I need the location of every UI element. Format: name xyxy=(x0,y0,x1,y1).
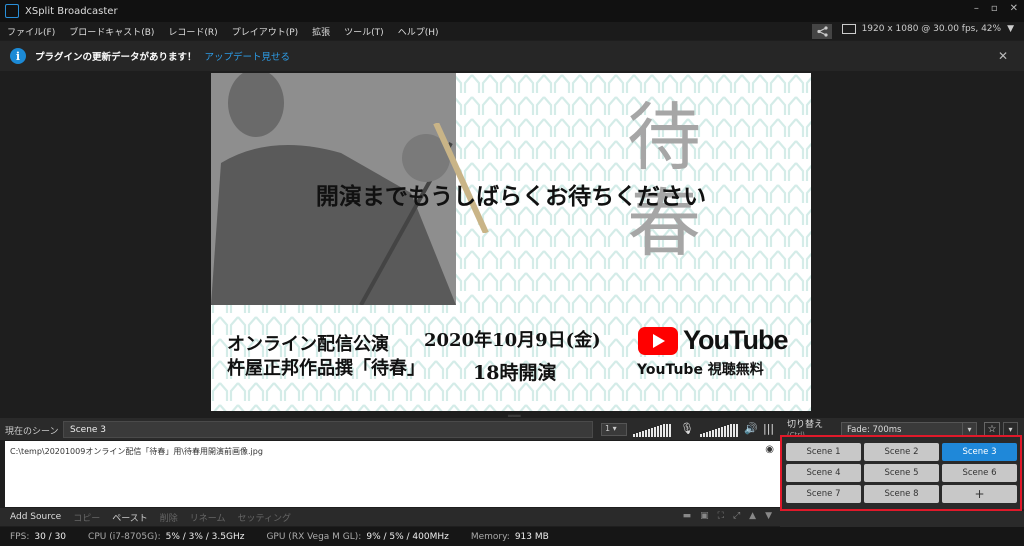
youtube-caption: YouTube 視聴無料 xyxy=(637,362,764,378)
menu-help[interactable]: ヘルプ(H) xyxy=(391,25,446,38)
move-down-icon[interactable]: ▼ xyxy=(765,511,772,521)
fps-label: FPS: xyxy=(10,531,30,542)
paste-button[interactable]: ペースト xyxy=(106,511,154,524)
minimize-button[interactable]: – xyxy=(974,3,979,14)
lock-icon[interactable]: ▣ xyxy=(700,511,709,521)
audio-meter-speaker xyxy=(700,424,738,437)
copy-button[interactable]: コピー xyxy=(67,511,106,524)
event-title-line2: 杵屋正邦作品撰「待春」 xyxy=(227,358,425,379)
menu-extensions[interactable]: 拡張 xyxy=(305,25,337,38)
current-scene-name-field[interactable]: Scene 3 xyxy=(63,421,593,438)
status-bar: FPS: 30 / 30 CPU (i7-8705G): 5% / 3% / 3… xyxy=(0,527,1024,546)
move-up-icon[interactable]: ▲ xyxy=(749,511,756,521)
close-icon[interactable]: ✕ xyxy=(998,49,1008,63)
memory-value: 913 MB xyxy=(514,531,549,542)
chevron-down-icon: ▼ xyxy=(1007,24,1014,34)
cpu-label: CPU (i7-8705G): xyxy=(88,531,161,542)
scene-6-button[interactable]: Scene 6 xyxy=(942,464,1017,482)
menu-record[interactable]: レコード(R) xyxy=(161,25,224,38)
update-notification: i プラグインの更新データがあります！ アップデート見せる ✕ xyxy=(0,41,1024,71)
add-scene-button[interactable]: + xyxy=(942,485,1017,503)
scene-4-button[interactable]: Scene 4 xyxy=(786,464,861,482)
youtube-play-icon xyxy=(638,326,678,355)
notification-text: プラグインの更新データがあります！ xyxy=(35,52,197,63)
scene-1-button[interactable]: Scene 1 xyxy=(786,443,861,461)
title-bar: XSplit Broadcaster – ▫ ✕ xyxy=(0,0,1024,22)
rename-button[interactable]: リネーム xyxy=(184,511,232,524)
resolution-selector[interactable]: 1920 x 1080 @ 30.00 fps, 42% ▼ xyxy=(841,24,1014,34)
delete-button[interactable]: 削除 xyxy=(154,511,184,524)
youtube-logo: YouTube xyxy=(638,325,788,356)
youtube-wordmark: YouTube xyxy=(683,325,788,355)
menu-file[interactable]: ファイル(F) xyxy=(0,25,62,38)
scene-2-button[interactable]: Scene 2 xyxy=(864,443,939,461)
fps-value: 30 / 30 xyxy=(34,531,67,542)
app-logo-icon xyxy=(5,4,19,18)
menu-playout[interactable]: プレイアウト(P) xyxy=(225,25,305,38)
scene-8-button[interactable]: Scene 8 xyxy=(864,485,939,503)
waiting-headline: 開演までもうしばらくお待ちください xyxy=(315,183,707,210)
monitor-icon xyxy=(841,24,856,34)
audio-selector[interactable]: 1 ▾ xyxy=(601,423,627,436)
share-icon[interactable] xyxy=(812,24,832,39)
menu-broadcast[interactable]: ブロードキャスト(B) xyxy=(62,25,161,38)
window-title: XSplit Broadcaster xyxy=(25,5,118,17)
update-link[interactable]: アップデート見せる xyxy=(205,49,291,63)
mixer-icon[interactable]: ||| xyxy=(763,422,774,435)
menu-tools[interactable]: ツール(T) xyxy=(337,25,391,38)
fit-icon[interactable]: ⛶ xyxy=(718,511,724,521)
speaker-icon[interactable]: 🔊 xyxy=(744,422,758,435)
scene-3-button[interactable]: Scene 3 xyxy=(942,443,1017,461)
preview-canvas[interactable]: 待春 開演までもうしばらくお待ちください オンライン配信公演 杵屋正邦作品撰「待… xyxy=(211,73,811,411)
mic-mute-icon[interactable]: 🎙 xyxy=(680,422,694,435)
eye-icon[interactable]: ◉ xyxy=(765,444,774,455)
settings-button[interactable]: セッティング xyxy=(232,511,297,524)
source-item[interactable]: C:\temp\20201009オンライン配信「待春」用\待春用開演前画像.jp… xyxy=(10,446,263,457)
scene-5-button[interactable]: Scene 5 xyxy=(864,464,939,482)
cpu-value: 5% / 3% / 3.5GHz xyxy=(165,531,245,542)
add-source-button[interactable]: Add Source xyxy=(0,512,67,522)
event-date: 2020年10月9日(金) xyxy=(424,330,601,351)
expand-icon[interactable]: ⤢ xyxy=(733,511,740,521)
maximize-button[interactable]: ▫ xyxy=(991,3,998,14)
info-icon: i xyxy=(10,48,26,64)
source-toolbar: Add Source コピー ペースト 削除 リネーム セッティング ▬ ▣ ⛶… xyxy=(0,508,780,526)
event-time: 18時開演 xyxy=(473,362,557,384)
current-scene-bar: 現在のシーン Scene 3 1 ▾ 🎙 🔊 ||| xyxy=(0,418,780,440)
event-title-line1: オンライン配信公演 xyxy=(227,334,389,355)
audio-selector-value: 1 xyxy=(605,424,611,433)
gpu-label: GPU (RX Vega M GL): xyxy=(266,531,362,542)
source-list: C:\temp\20201009オンライン配信「待春」用\待春用開演前画像.jp… xyxy=(5,441,780,507)
resolution-text: 1920 x 1080 @ 30.00 fps, 42% xyxy=(861,24,1002,34)
gpu-value: 9% / 5% / 400MHz xyxy=(366,531,449,542)
current-scene-label: 現在のシーン xyxy=(5,427,59,437)
folder-icon[interactable]: ▬ xyxy=(683,511,692,521)
scene-7-button[interactable]: Scene 7 xyxy=(786,485,861,503)
close-window-button[interactable]: ✕ xyxy=(1010,3,1018,14)
memory-label: Memory: xyxy=(470,531,510,542)
scene-panel-footer xyxy=(780,511,1024,527)
audio-meter-mic xyxy=(633,424,671,437)
